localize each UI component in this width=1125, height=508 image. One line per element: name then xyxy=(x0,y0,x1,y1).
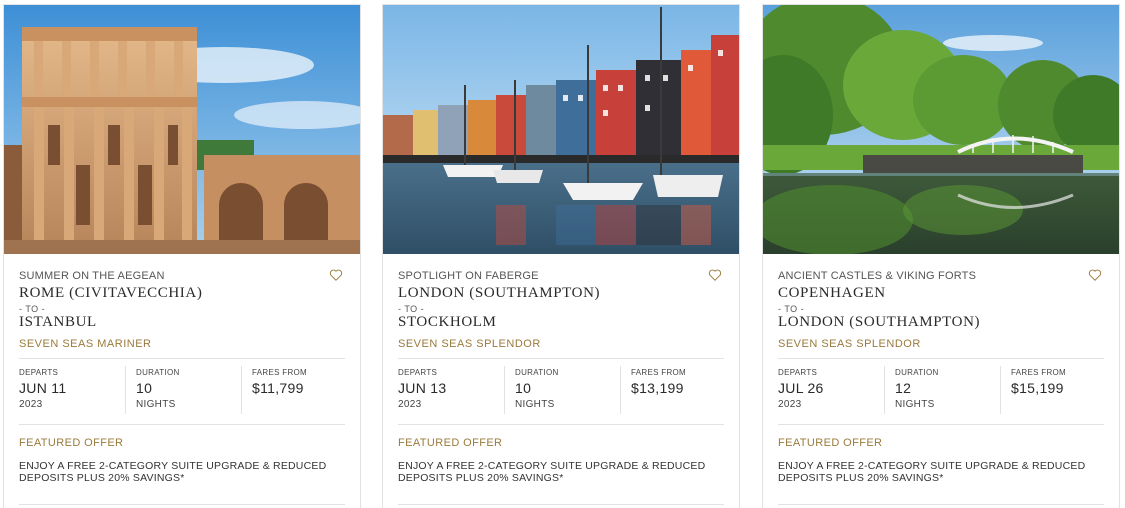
voyage-stats: DEPARTS JUL 26 2023 DURATION 12 NIGHTS F… xyxy=(778,366,1104,414)
offer-text: ENJOY A FREE 2-CATEGORY SUITE UPGRADE & … xyxy=(398,460,706,484)
duration-stat: DURATION 10 NIGHTS xyxy=(504,366,620,414)
divider xyxy=(778,424,1104,425)
departs-date: JUN 11 xyxy=(19,380,67,396)
departs-stat: DEPARTS JUL 26 2023 xyxy=(778,366,884,414)
favorite-heart-icon[interactable] xyxy=(1088,268,1104,284)
departure-port: COPENHAGEN xyxy=(778,285,886,301)
divider xyxy=(778,358,1104,359)
departs-year: 2023 xyxy=(19,399,43,410)
departs-label: DEPARTS xyxy=(19,368,59,377)
arrival-port: ISTANBUL xyxy=(19,314,97,330)
voyage-stats: DEPARTS JUN 13 2023 DURATION 10 NIGHTS F… xyxy=(398,366,724,414)
fares-stat: FARES FROM $15,199 xyxy=(1000,366,1106,414)
featured-offer-label: FEATURED OFFER xyxy=(778,437,883,449)
fares-label: FARES FROM xyxy=(1011,368,1067,377)
departure-port: ROME (CIVITAVECCHIA) xyxy=(19,285,203,301)
divider xyxy=(19,504,345,505)
duration-unit: NIGHTS xyxy=(895,399,935,410)
fares-label: FARES FROM xyxy=(252,368,308,377)
voyage-stats: DEPARTS JUN 11 2023 DURATION 10 NIGHTS F… xyxy=(19,366,345,414)
departs-date: JUL 26 xyxy=(778,380,824,396)
voyage-card[interactable]: ANCIENT CASTLES & VIKING FORTS COPENHAGE… xyxy=(762,4,1120,508)
duration-value: 10 xyxy=(136,380,153,396)
duration-stat: DURATION 12 NIGHTS xyxy=(884,366,1000,414)
fares-stat: FARES FROM $13,199 xyxy=(620,366,726,414)
duration-unit: NIGHTS xyxy=(515,399,555,410)
fares-value: $13,199 xyxy=(631,380,684,396)
ship-name-link[interactable]: SEVEN SEAS SPLENDOR xyxy=(398,338,541,350)
departs-stat: DEPARTS JUN 13 2023 xyxy=(398,366,504,414)
favorite-heart-icon[interactable] xyxy=(708,268,724,284)
harbor-houses-image xyxy=(383,5,739,254)
departure-port: LONDON (SOUTHAMPTON) xyxy=(398,285,601,301)
arrival-port: LONDON (SOUTHAMPTON) xyxy=(778,314,981,330)
voyage-card[interactable]: SUMMER ON THE AEGEAN ROME (CIVITAVECCHIA… xyxy=(3,4,361,508)
divider xyxy=(398,424,724,425)
duration-stat: DURATION 10 NIGHTS xyxy=(125,366,241,414)
favorite-heart-icon[interactable] xyxy=(329,268,345,284)
voyage-subtitle: SPOTLIGHT ON FABERGE xyxy=(398,270,539,282)
divider xyxy=(398,358,724,359)
divider xyxy=(398,504,724,505)
to-separator: - TO - xyxy=(778,304,805,314)
divider xyxy=(19,358,345,359)
duration-unit: NIGHTS xyxy=(136,399,176,410)
voyage-card[interactable]: SPOTLIGHT ON FABERGE LONDON (SOUTHAMPTON… xyxy=(382,4,740,508)
ancient-ruins-image xyxy=(4,5,360,254)
departs-label: DEPARTS xyxy=(778,368,818,377)
fares-stat: FARES FROM $11,799 xyxy=(241,366,347,414)
voyage-subtitle: ANCIENT CASTLES & VIKING FORTS xyxy=(778,270,977,282)
ship-name-link[interactable]: SEVEN SEAS MARINER xyxy=(19,338,151,350)
ship-name-link[interactable]: SEVEN SEAS SPLENDOR xyxy=(778,338,921,350)
departs-year: 2023 xyxy=(778,399,802,410)
departs-label: DEPARTS xyxy=(398,368,438,377)
departs-date: JUN 13 xyxy=(398,380,447,396)
arrival-port: STOCKHOLM xyxy=(398,314,497,330)
duration-value: 10 xyxy=(515,380,532,396)
featured-offer-label: FEATURED OFFER xyxy=(398,437,503,449)
offer-text: ENJOY A FREE 2-CATEGORY SUITE UPGRADE & … xyxy=(19,460,327,484)
featured-offer-label: FEATURED OFFER xyxy=(19,437,124,449)
duration-label: DURATION xyxy=(515,368,559,377)
divider xyxy=(19,424,345,425)
to-separator: - TO - xyxy=(19,304,46,314)
fares-value: $15,199 xyxy=(1011,380,1064,396)
park-lake-image xyxy=(763,5,1119,254)
voyage-subtitle: SUMMER ON THE AEGEAN xyxy=(19,270,165,282)
duration-label: DURATION xyxy=(136,368,180,377)
voyage-photo[interactable] xyxy=(763,5,1119,254)
to-separator: - TO - xyxy=(398,304,425,314)
departs-stat: DEPARTS JUN 11 2023 xyxy=(19,366,125,414)
fares-label: FARES FROM xyxy=(631,368,687,377)
offer-text: ENJOY A FREE 2-CATEGORY SUITE UPGRADE & … xyxy=(778,460,1086,484)
departs-year: 2023 xyxy=(398,399,422,410)
divider xyxy=(778,504,1104,505)
duration-value: 12 xyxy=(895,380,912,396)
duration-label: DURATION xyxy=(895,368,939,377)
fares-value: $11,799 xyxy=(252,380,304,396)
voyage-photo[interactable] xyxy=(383,5,739,254)
voyage-photo[interactable] xyxy=(4,5,360,254)
